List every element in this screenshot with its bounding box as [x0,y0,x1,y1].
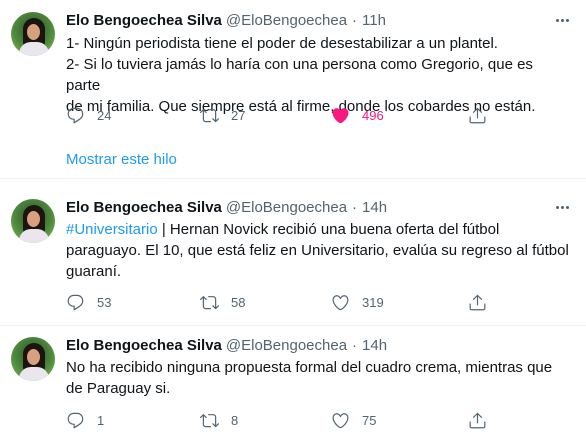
tweet-text-line: paraguayo. El 10, que está feliz en Univ… [66,242,569,259]
tweet-actions: 1 8 75 [0,410,586,430]
more-icon[interactable] [551,10,573,30]
like-count: 75 [362,412,377,428]
share-button[interactable] [468,292,487,312]
reply-button[interactable]: 53 [66,292,111,312]
share-icon [469,412,486,428]
tweet-text-line: 1- Ningún periodista tiene el poder de d… [66,35,498,52]
hashtag-link[interactable]: #Universitario [66,221,158,238]
share-icon [469,107,486,123]
tweet-2[interactable]: Elo Bengoechea Silva @EloBengoechea · 14… [0,179,586,325]
tweet-3[interactable]: Elo Bengoechea Silva @EloBengoechea · 14… [0,326,586,434]
retweet-button[interactable]: 27 [200,105,245,125]
reply-count: 53 [97,294,112,310]
like-button[interactable]: 75 [331,410,376,430]
retweet-icon [200,413,219,427]
tweet-header: Elo Bengoechea Silva @EloBengoechea · 14… [66,197,387,217]
like-button[interactable]: 319 [331,292,384,312]
share-button[interactable] [468,105,487,125]
retweet-button[interactable]: 58 [200,292,245,312]
tweet-header: Elo Bengoechea Silva @EloBengoechea · 11… [66,10,386,30]
tweet-text-line: guaraní. [66,263,122,280]
share-button[interactable] [468,410,487,430]
like-count: 319 [362,294,384,310]
timestamp[interactable]: 11h [362,12,386,29]
retweet-button[interactable]: 8 [200,410,238,430]
reply-count: 24 [97,107,112,123]
avatar[interactable] [11,199,55,243]
reply-button[interactable]: 1 [66,410,104,430]
more-icon[interactable] [551,197,573,217]
timestamp[interactable]: 14h [362,199,387,216]
like-count: 496 [362,107,384,123]
author-name[interactable]: Elo Bengoechea Silva [66,12,222,29]
tweet-text: No ha recibido ninguna propuesta formal … [66,357,571,399]
avatar[interactable] [11,12,55,56]
separator-dot: · [352,11,358,29]
tweet-1[interactable]: Elo Bengoechea Silva @EloBengoechea · 11… [0,0,586,178]
reply-count: 1 [97,412,105,428]
tweet-actions: 53 58 319 [0,292,586,312]
retweet-count: 58 [231,294,246,310]
author-name[interactable]: Elo Bengoechea Silva [66,337,222,354]
separator-dot: · [352,336,358,354]
author-handle[interactable]: @EloBengoechea [226,12,347,29]
author-handle[interactable]: @EloBengoechea [226,199,347,216]
reply-icon [67,107,84,123]
tweet-text-line: 2- Si lo tuviera jamás lo haría con una … [66,56,533,94]
retweet-icon [200,108,219,122]
tweet-header: Elo Bengoechea Silva @EloBengoechea · 14… [66,335,387,355]
share-icon [469,294,486,310]
tweet-text-segment: | Hernan Novick recibió una buena oferta… [157,221,500,238]
show-thread-link[interactable]: Mostrar este hilo [66,151,177,168]
tweet-text-line: No ha recibido ninguna propuesta formal … [66,359,553,376]
retweet-count: 27 [231,107,246,123]
reply-button[interactable]: 24 [66,105,111,125]
separator-dot: · [352,198,358,216]
like-icon [332,107,349,123]
reply-icon [67,412,84,428]
retweet-icon [200,295,219,309]
tweet-text-line: #Universitario | Hernan Novick recibió u… [66,219,571,240]
like-icon [332,412,349,428]
like-icon [332,294,349,310]
retweet-count: 8 [231,412,239,428]
tweet-text-line: de Paraguay si. [66,380,171,397]
tweet-text: #Universitario | Hernan Novick recibió u… [66,219,571,282]
avatar[interactable] [11,337,55,381]
like-button[interactable]: 496 [331,105,384,125]
author-name[interactable]: Elo Bengoechea Silva [66,199,222,216]
author-handle[interactable]: @EloBengoechea [226,337,347,354]
tweet-actions: 24 27 496 [0,105,586,125]
reply-icon [67,294,84,310]
timestamp[interactable]: 14h [362,337,387,354]
